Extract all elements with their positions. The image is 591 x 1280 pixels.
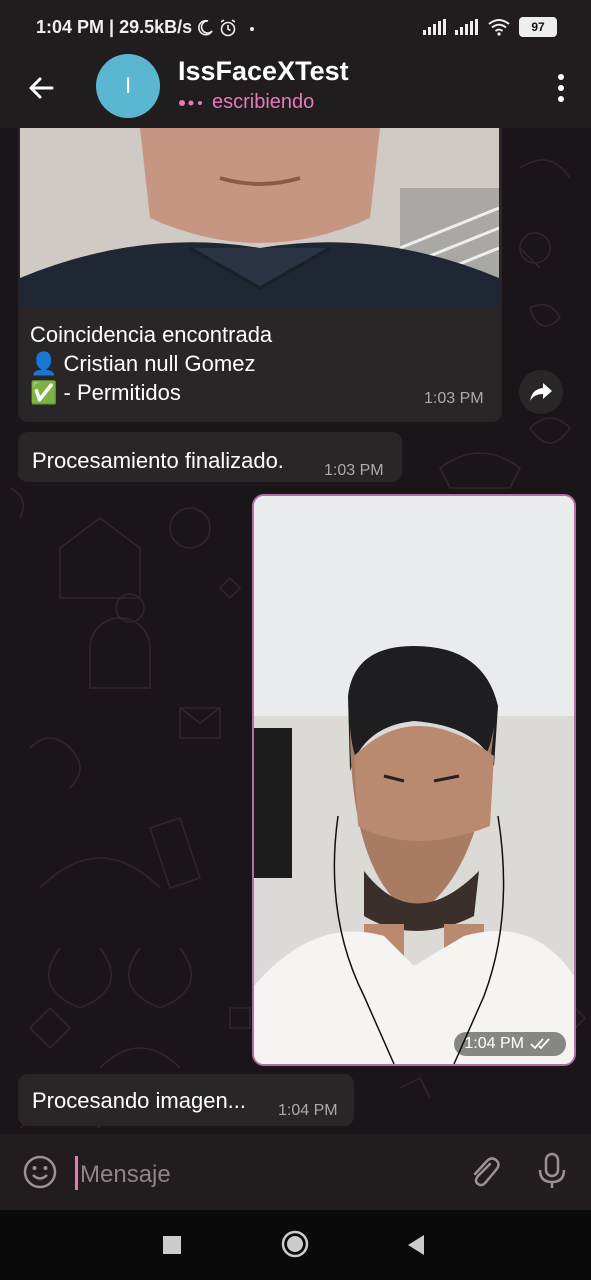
caption-line-2: 👤 Cristian null Gomez (30, 351, 256, 376)
avatar-letter: I (124, 73, 132, 98)
microphone-icon[interactable] (536, 1152, 568, 1190)
caption-line-3: ✅ - Permitidos (30, 380, 181, 405)
attach-icon[interactable] (466, 1154, 502, 1190)
signal-icon (423, 19, 446, 35)
dot-icon (250, 26, 255, 31)
message-text: Procesamiento finalizado. (32, 448, 284, 473)
typing-status-text: escribiendo (212, 91, 315, 113)
status-right: 97 (423, 17, 557, 37)
message-time: 1:04 PM (464, 1035, 524, 1052)
message-bubble-incoming[interactable]: Procesando imagen... 1:04 PM (18, 1074, 354, 1126)
wifi-icon (488, 19, 510, 36)
photo-content (20, 128, 499, 308)
avatar[interactable]: I (96, 54, 160, 118)
alarm-icon (220, 18, 236, 36)
typing-dots-icon (179, 99, 202, 106)
message-time: 1:04 PM (278, 1102, 338, 1119)
photo-time-badge: 1:04 PM (454, 1032, 566, 1056)
home-button[interactable] (281, 1230, 309, 1258)
chat-title[interactable]: IssFaceXTest (178, 56, 349, 87)
chat-header: I IssFaceXTest escribiendo (0, 54, 591, 128)
back-arrow-icon[interactable] (26, 72, 58, 104)
battery-level: 97 (531, 20, 545, 34)
message-text: Procesando imagen... (32, 1088, 247, 1113)
status-time-speed: 1:04 PM | 29.5kB/s (36, 17, 193, 37)
system-nav-bar (0, 1210, 591, 1280)
emoji-icon[interactable] (22, 1154, 58, 1190)
status-bar: 1:04 PM | 29.5kB/s 97 (0, 0, 591, 56)
photo-thumbnail[interactable] (20, 128, 499, 308)
message-time: 1:03 PM (424, 390, 484, 407)
back-button[interactable] (406, 1234, 426, 1256)
message-time: 1:03 PM (324, 462, 384, 479)
share-arrow-icon (530, 383, 552, 401)
typing-status: escribiendo (178, 91, 314, 114)
double-check-icon (530, 1038, 550, 1050)
more-vert-icon[interactable] (557, 72, 565, 104)
moon-icon (198, 19, 213, 35)
photo-content (254, 496, 574, 1064)
chat-area[interactable]: Coincidencia encontrada 👤 Cristian null … (0, 128, 591, 1134)
forward-button[interactable] (519, 370, 563, 414)
recents-button[interactable] (163, 1236, 181, 1254)
message-bubble-incoming[interactable]: Coincidencia encontrada 👤 Cristian null … (18, 128, 502, 422)
battery-icon: 97 (519, 17, 557, 37)
message-bubble-incoming[interactable]: Procesamiento finalizado. 1:03 PM (18, 432, 402, 482)
status-left: 1:04 PM | 29.5kB/s (36, 17, 258, 38)
message-input-bar (0, 1134, 591, 1210)
signal-icon (455, 19, 478, 35)
caption: Coincidencia encontrada 👤 Cristian null … (30, 320, 272, 407)
caption-line-1: Coincidencia encontrada (30, 322, 273, 347)
outgoing-photo[interactable]: 1:04 PM (252, 494, 576, 1066)
message-input[interactable] (78, 1154, 442, 1196)
